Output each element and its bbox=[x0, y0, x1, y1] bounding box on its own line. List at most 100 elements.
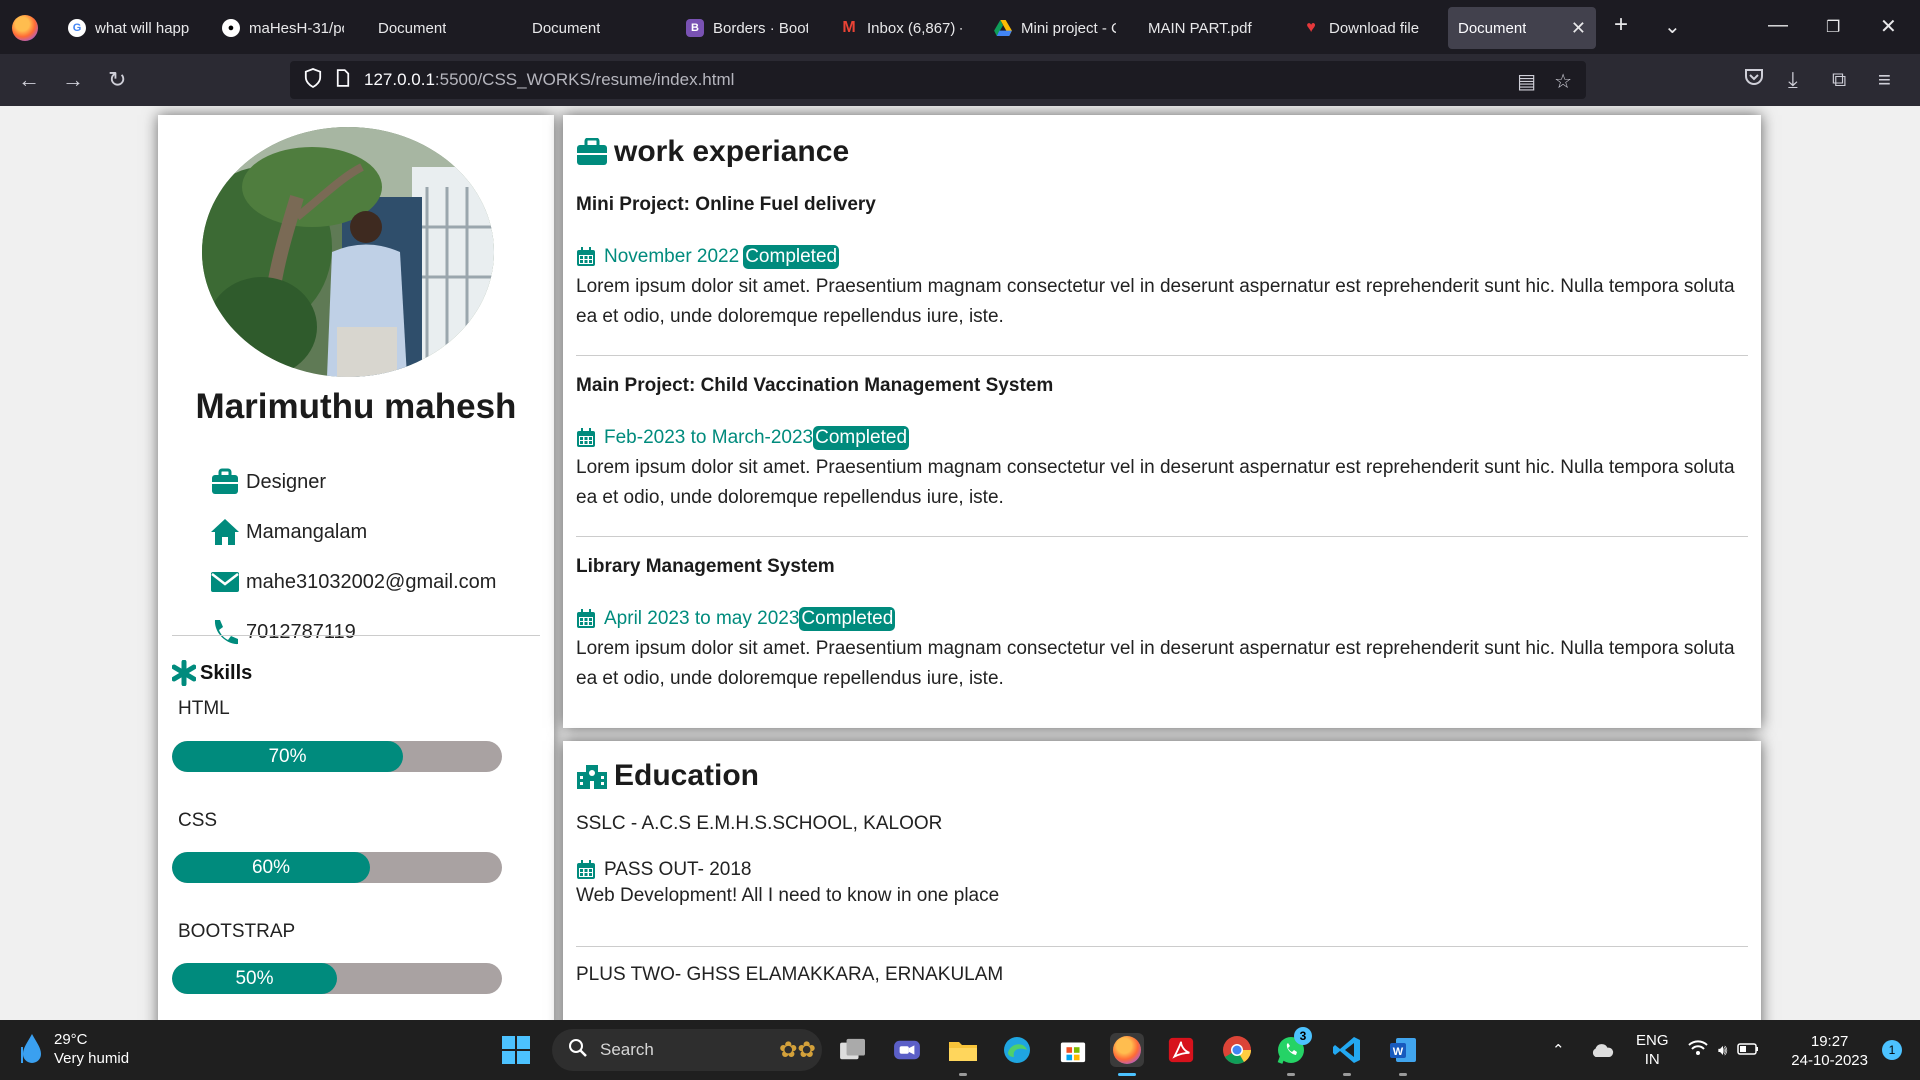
bootstrap-icon: B bbox=[686, 19, 704, 37]
job-title: Library Management System bbox=[576, 556, 835, 577]
gmail-icon: M bbox=[842, 19, 856, 36]
whatsapp-icon[interactable]: 3 bbox=[1274, 1027, 1312, 1076]
wifi-icon bbox=[1688, 1040, 1708, 1060]
school-icon bbox=[577, 765, 607, 789]
search-icon bbox=[568, 1038, 588, 1063]
teams-meet-icon[interactable] bbox=[890, 1033, 924, 1067]
list-tabs-chevron-icon[interactable]: ⌄ bbox=[1664, 14, 1681, 39]
browser-nav-bar: ← → ↻ 127.0.0.1:5500/CSS_WORKS/resume/in… bbox=[0, 54, 1920, 106]
tab-bootstrap-borders[interactable]: B Borders · Boots bbox=[676, 7, 818, 49]
pocket-icon[interactable] bbox=[1744, 66, 1764, 94]
bookmark-star-icon[interactable]: ☆ bbox=[1554, 69, 1572, 94]
github-icon: ● bbox=[222, 19, 240, 37]
edge-browser-icon[interactable] bbox=[1000, 1033, 1034, 1067]
weather-temperature: 29°C bbox=[54, 1031, 88, 1048]
tab-document-2[interactable]: Document bbox=[522, 7, 662, 49]
notification-badge[interactable]: 1 bbox=[1882, 1040, 1902, 1060]
file-explorer-icon[interactable] bbox=[946, 1033, 980, 1076]
skills-heading: Skills bbox=[172, 660, 252, 686]
clock-date: 24-10-2023 bbox=[1791, 1052, 1868, 1069]
profile-location: Mamangalam bbox=[246, 520, 368, 543]
microsoft-store-icon[interactable] bbox=[1056, 1033, 1090, 1067]
close-tab-icon[interactable]: ✕ bbox=[1571, 18, 1586, 39]
job-date-row: April 2023 to may 2023 Completed bbox=[576, 606, 1748, 632]
google-icon: G bbox=[68, 19, 86, 37]
job-date-row: November 2022 Completed bbox=[576, 244, 1748, 270]
word-icon[interactable]: W bbox=[1386, 1033, 1420, 1076]
job-divider bbox=[576, 536, 1748, 537]
language-indicator[interactable]: ENG IN bbox=[1636, 1020, 1669, 1080]
tracking-shield-icon[interactable] bbox=[304, 67, 322, 93]
firefox-menu-icon[interactable] bbox=[12, 15, 38, 41]
asterisk-icon bbox=[172, 660, 196, 686]
tab-google-drive[interactable]: Mini project - C bbox=[984, 7, 1126, 49]
tab-google-search[interactable]: G what will happe bbox=[58, 7, 200, 49]
skill-bar-css: 60% bbox=[172, 852, 502, 883]
skill-name-css: CSS bbox=[178, 810, 218, 831]
calendar-icon bbox=[577, 609, 595, 628]
page-viewport: Marimuthu mahesh Designer Mamangalam mah… bbox=[0, 106, 1920, 1020]
minimize-icon[interactable]: — bbox=[1768, 14, 1788, 37]
back-arrow-icon[interactable]: ← bbox=[18, 66, 40, 94]
windows-taskbar: 29°C Very humid Search ✿✿ 3 W ⌃ ENG IN 🔊… bbox=[0, 1020, 1920, 1080]
reload-icon[interactable]: ↻ bbox=[108, 66, 126, 94]
tab-document-1[interactable]: Document bbox=[368, 7, 508, 49]
tab-gmail-inbox[interactable]: M Inbox (6,867) - bbox=[830, 7, 972, 49]
tab-download-file[interactable]: ♥ Download file | bbox=[1292, 7, 1434, 49]
close-window-icon[interactable]: ✕ bbox=[1880, 14, 1897, 39]
battery-icon bbox=[1737, 1042, 1759, 1059]
profile-email[interactable]: mahe31032002@gmail.com bbox=[246, 571, 496, 594]
reader-view-icon[interactable]: ▤ bbox=[1517, 69, 1536, 94]
app-menu-icon[interactable]: ≡ bbox=[1878, 66, 1891, 94]
chrome-icon[interactable] bbox=[1220, 1033, 1254, 1067]
education-card: Education SSLC - A.C.S E.M.H.S.SCHOOL, K… bbox=[563, 741, 1761, 1020]
whatsapp-badge: 3 bbox=[1294, 1027, 1312, 1045]
vscode-icon[interactable] bbox=[1330, 1033, 1364, 1076]
onedrive-cloud-icon[interactable] bbox=[1590, 1020, 1614, 1080]
job-item: Mini Project: Online Fuel delivery Novem… bbox=[576, 194, 1748, 332]
downloads-icon[interactable]: ⤓ bbox=[1788, 66, 1798, 94]
skill-fill-bootstrap: 50% bbox=[172, 963, 337, 994]
url-bar[interactable]: 127.0.0.1:5500/CSS_WORKS/resume/index.ht… bbox=[290, 61, 1586, 99]
education-item: SSLC - A.C.S E.M.H.S.SCHOOL, KALOOR PASS… bbox=[576, 813, 1748, 907]
skill-name-bootstrap: BOOTSTRAP bbox=[178, 921, 296, 942]
url-text: 127.0.0.1:5500/CSS_WORKS/resume/index.ht… bbox=[364, 70, 735, 89]
phone-row: 7012787119 bbox=[210, 618, 356, 646]
forward-arrow-icon[interactable]: → bbox=[62, 66, 84, 94]
profile-role: Designer bbox=[246, 470, 327, 493]
weather-widget[interactable]: 29°C Very humid bbox=[20, 1030, 129, 1068]
restore-icon[interactable]: ❐ bbox=[1826, 17, 1840, 37]
education-item: PLUS TWO- GHSS ELAMAKKARA, ERNAKULAM bbox=[576, 964, 1748, 986]
system-tray-quick-settings[interactable]: 🔊︎ bbox=[1688, 1020, 1759, 1080]
tab-github[interactable]: ● maHesH-31/pc bbox=[212, 7, 354, 49]
extensions-icon[interactable]: ⧉ bbox=[1832, 66, 1846, 94]
profile-phone[interactable]: 7012787119 bbox=[246, 621, 356, 644]
taskbar-search[interactable]: Search ✿✿ bbox=[552, 1029, 822, 1071]
heart-icon: ♥ bbox=[1306, 19, 1316, 36]
calendar-icon bbox=[577, 860, 595, 879]
humidity-drop-icon bbox=[21, 1034, 41, 1063]
tab-main-part-pdf[interactable]: MAIN PART.pdf bbox=[1138, 7, 1280, 49]
job-date: April 2023 to may 2023 bbox=[604, 608, 800, 629]
show-hidden-icons-chevron[interactable]: ⌃ bbox=[1552, 1020, 1565, 1080]
start-windows-icon[interactable] bbox=[502, 1036, 530, 1064]
job-date: November 2022 bbox=[604, 246, 740, 267]
page-info-icon[interactable] bbox=[336, 68, 350, 92]
new-tab-plus-icon[interactable]: + bbox=[1614, 11, 1628, 39]
skill-bar-html: 70% bbox=[172, 741, 502, 772]
job-item: Library Management System April 2023 to … bbox=[576, 556, 1748, 694]
job-date-row: Feb-2023 to March-2023 Completed bbox=[576, 425, 1748, 451]
acrobat-reader-icon[interactable] bbox=[1164, 1033, 1198, 1067]
search-placeholder: Search bbox=[600, 1040, 654, 1059]
task-view-icon[interactable] bbox=[836, 1033, 870, 1067]
svg-text:W: W bbox=[1393, 1046, 1404, 1058]
education-description: Web Development! All I need to know in o… bbox=[576, 885, 1000, 906]
job-title: Mini Project: Online Fuel delivery bbox=[576, 194, 876, 215]
email-row: mahe31032002@gmail.com bbox=[210, 568, 496, 596]
tab-document-active[interactable]: Document ✕ bbox=[1448, 7, 1596, 49]
role-row: Designer bbox=[210, 468, 326, 496]
clock-time: 19:27 bbox=[1810, 1033, 1849, 1050]
firefox-taskbar-icon[interactable] bbox=[1110, 1033, 1144, 1076]
taskbar-clock[interactable]: 19:27 24-10-2023 bbox=[1791, 1032, 1868, 1070]
education-heading: Education bbox=[576, 759, 759, 793]
